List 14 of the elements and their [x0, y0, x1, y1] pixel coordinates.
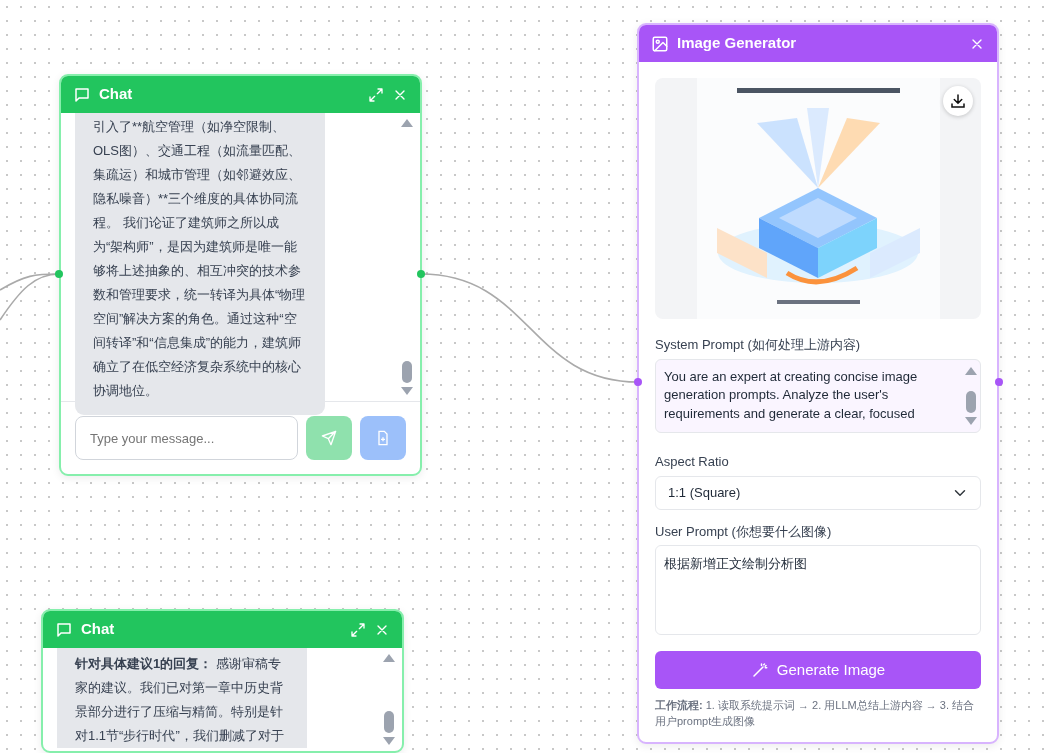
message-bubble: 引入了**航空管理（如净空限制、OLS图）、交通工程（如流量匹配、集疏运）和城市管理（如邻避效应、隐私噪音）**三个维度的具体协同流程。 我们论证了建筑师之所以成为“架构师”，是因为建筑师是唯一能够将上述抽象的、相互冲突的技术参数和管理要求，统一转译为具体“物理空间”解决方案的角色。通过这种“空间转译”和“信息集成”的能力，建筑师确立了在低空经济复杂系统中的核心协调地位。: [75, 113, 325, 415]
workflow-note: 工作流程: 1. 读取系统提示词 → 2. 用LLM总结上游内容 → 3. 结合用户prompt生成图像: [655, 698, 976, 729]
system-prompt-field[interactable]: You are an expert at creating concise image generation prompts. Analyze the user's requirements and generate a clear, focused: [655, 358, 981, 433]
message-input[interactable]: Type your message...: [75, 416, 299, 460]
field-label: User Prompt (你想要什么图像): [655, 522, 833, 541]
field-label: Aspect Ratio: [655, 453, 730, 471]
aspect-ratio-select[interactable]: 1:1 (Square): [655, 475, 981, 510]
node-title: Image Generator: [677, 33, 798, 54]
node-title: Chat: [81, 619, 116, 640]
field-label: System Prompt (如何处理上游内容): [655, 336, 862, 354]
generate-button[interactable]: Generate Image: [655, 651, 981, 689]
message-bubble: 针对具体建议1的回复： 感谢审稿专家的建议。我们已对第一章中历史背景部分进行了压缩与精简。特别是针对1.1节“步行时代”，我们删减了对于: [57, 648, 307, 748]
user-prompt-field[interactable]: 根据新增正文绘制分析图: [655, 545, 981, 635]
node-title: Chat: [99, 84, 134, 105]
